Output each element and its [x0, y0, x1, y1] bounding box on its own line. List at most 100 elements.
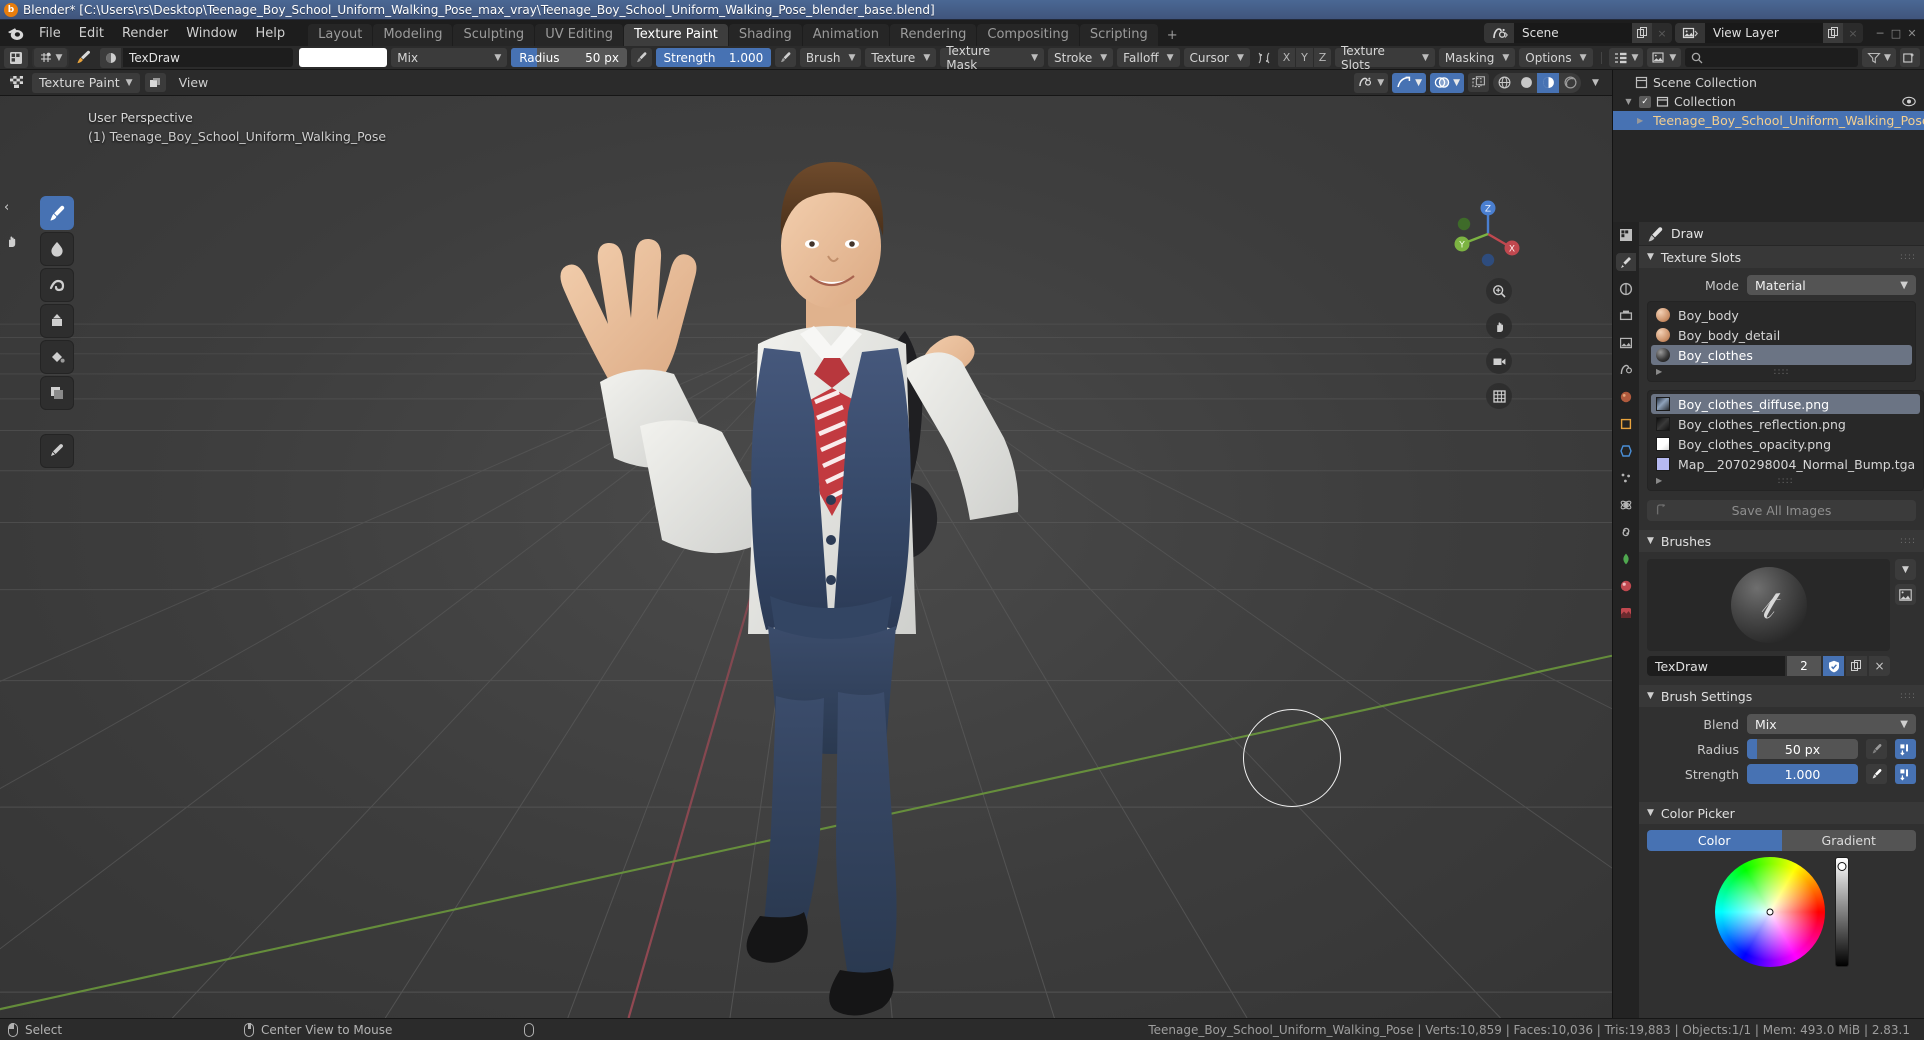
blend-dropdown[interactable]: Mix ▼ — [1747, 714, 1916, 734]
scene-selector[interactable]: Scene × — [1484, 23, 1672, 43]
blender-menu-icon[interactable] — [4, 23, 26, 43]
gradient-tab[interactable]: Gradient — [1781, 830, 1916, 851]
gizmo-toggle[interactable]: ▼ — [1392, 72, 1427, 93]
unlink-scene-button[interactable]: × — [1652, 23, 1672, 43]
new-collection-button[interactable] — [1899, 48, 1920, 67]
properties-tab-particles[interactable] — [1616, 469, 1636, 487]
texture-menu[interactable]: Texture ▼ — [865, 48, 937, 67]
material-list-footer[interactable]: ▶ :::: — [1651, 365, 1912, 378]
shading-wireframe-button[interactable] — [1493, 73, 1515, 93]
remove-view-layer-button[interactable]: × — [1843, 23, 1863, 43]
scene-name[interactable]: Scene — [1514, 23, 1632, 43]
properties-tab-material[interactable] — [1616, 577, 1636, 595]
falloff-menu[interactable]: Falloff ▼ — [1117, 48, 1180, 67]
interaction-mode-dropdown[interactable]: Texture Paint ▼ — [32, 72, 140, 93]
strength-slider[interactable]: Strength 1.000 — [655, 48, 772, 67]
outliner-row-object[interactable]: ▶ Teenage_Boy_School_Uniform_Walking_Pos… — [1613, 111, 1924, 130]
color-value-slider[interactable] — [1834, 857, 1849, 967]
new-scene-button[interactable] — [1632, 23, 1652, 43]
shading-material-preview-button[interactable] — [1537, 72, 1559, 93]
close-window-button[interactable]: ✕ — [1904, 25, 1920, 41]
view-layer-name[interactable]: View Layer — [1705, 23, 1823, 43]
properties-tab-constraints[interactable] — [1616, 523, 1636, 541]
texture-mask-menu[interactable]: Texture Mask ▼ — [940, 44, 1044, 72]
properties-tab-output[interactable] — [1616, 307, 1636, 325]
properties-tab-scene[interactable] — [1616, 361, 1636, 379]
material-row-boy-body[interactable]: Boy_body — [1651, 305, 1912, 325]
tool-smear[interactable] — [40, 268, 74, 302]
brush-datablock-icon[interactable] — [100, 47, 122, 68]
viewport-shading-icon[interactable] — [144, 73, 166, 92]
symmetry-x-toggle[interactable]: X — [1277, 48, 1295, 67]
3d-viewport[interactable]: User Perspective (1) Teenage_Boy_School_… — [0, 96, 1612, 1018]
outliner-search-input[interactable] — [1685, 48, 1858, 67]
strength-pressure-toggle[interactable] — [775, 48, 796, 67]
color-tab[interactable]: Color — [1647, 830, 1782, 851]
panel-header-texture-slots[interactable]: ▼ Texture Slots :::: — [1639, 246, 1924, 268]
view-layer-icon[interactable] — [1675, 23, 1705, 43]
collection-checkbox[interactable]: ✓ — [1639, 95, 1651, 108]
image-list-footer[interactable]: ▶ :::: — [1651, 474, 1920, 487]
strength-unit-toggle[interactable] — [1895, 764, 1916, 784]
cursor-menu[interactable]: Cursor ▼ — [1183, 48, 1250, 67]
viewport-view-menu[interactable]: View — [171, 73, 217, 92]
image-row-opacity[interactable]: Boy_clothes_opacity.png — [1651, 434, 1920, 454]
menu-window[interactable]: Window — [177, 24, 246, 43]
menu-help[interactable]: Help — [247, 24, 295, 43]
brush-preset-dropdown[interactable]: ▼ — [33, 48, 68, 67]
properties-tab-modifiers[interactable] — [1616, 442, 1636, 460]
collection-visibility-eye-icon[interactable] — [1902, 96, 1924, 107]
options-menu[interactable]: Options ▼ — [1519, 48, 1593, 67]
object-expand-icon[interactable]: ▶ — [1637, 116, 1643, 125]
image-row-normal-bump[interactable]: Map__2070298004_Normal_Bump.tga — [1651, 454, 1920, 474]
character-model[interactable] — [0, 96, 1590, 1018]
workspace-tab-animation[interactable]: Animation — [802, 24, 889, 46]
workspace-tab-sculpting[interactable]: Sculpting — [453, 24, 535, 46]
brush-preview[interactable]: 𝓉 — [1647, 559, 1890, 651]
workspace-tab-shading[interactable]: Shading — [728, 24, 802, 46]
scene-icon[interactable] — [1484, 23, 1514, 43]
workspace-tab-texture-paint[interactable]: Texture Paint — [624, 24, 728, 46]
workspace-tab-layout[interactable]: Layout — [308, 24, 373, 46]
color-wheel[interactable] — [1714, 857, 1825, 967]
radius-pressure-toggle[interactable] — [630, 48, 652, 67]
properties-tab-render[interactable] — [1616, 280, 1636, 298]
open-sidebar-left-arrow-icon[interactable]: ‹ — [4, 200, 20, 215]
brush-menu[interactable]: Brush ▼ — [799, 48, 862, 67]
toggle-orthographic-button[interactable] — [1486, 383, 1512, 409]
unlink-brush-button[interactable]: × — [1869, 656, 1890, 676]
properties-tab-data[interactable] — [1616, 550, 1636, 568]
tool-draw[interactable] — [40, 196, 74, 230]
panel-header-brushes[interactable]: ▼ Brushes :::: — [1639, 530, 1924, 552]
panel-header-color-picker[interactable]: ▼ Color Picker — [1639, 802, 1924, 824]
material-slot-list[interactable]: Boy_body Boy_body_detail Boy_clothes ▶:… — [1647, 301, 1916, 382]
brush-color-swatch[interactable] — [299, 48, 388, 67]
tool-annotate[interactable] — [40, 434, 74, 468]
viewport-editor-type-icon[interactable] — [6, 73, 27, 92]
tool-clone[interactable] — [40, 304, 74, 338]
blend-mode-dropdown[interactable]: Mix ▼ — [391, 48, 508, 67]
brush-preset-chevron-button[interactable]: ▼ — [1895, 559, 1916, 580]
properties-tab-texture[interactable] — [1616, 604, 1636, 622]
texture-slots-menu[interactable]: Texture Slots ▼ — [1334, 44, 1435, 72]
workspace-tab-uv-editing[interactable]: UV Editing — [535, 24, 624, 46]
add-workspace-button[interactable]: + — [1159, 24, 1186, 46]
outliner-filter-view-dropdown[interactable]: ▼ — [1647, 48, 1682, 67]
shading-options-chevron-icon[interactable]: ▼ — [1585, 73, 1606, 92]
menu-file[interactable]: File — [30, 24, 70, 43]
material-row-boy-body-detail[interactable]: Boy_body_detail — [1651, 325, 1912, 345]
new-brush-button[interactable] — [1846, 656, 1867, 676]
outliner-row-collection[interactable]: ▼ ✓ Collection — [1613, 92, 1924, 111]
masking-menu[interactable]: Masking ▼ — [1438, 48, 1516, 67]
shading-rendered-button[interactable] — [1559, 73, 1581, 93]
symmetry-y-toggle[interactable]: Y — [1295, 48, 1313, 67]
collection-expand-icon[interactable]: ▼ — [1623, 97, 1634, 106]
navigation-gizmo[interactable]: Z X Y — [1446, 192, 1530, 276]
properties-tab-view-layer[interactable] — [1616, 334, 1636, 352]
properties-editor-type-icon[interactable] — [1616, 226, 1636, 244]
workspace-tab-modeling[interactable]: Modeling — [373, 24, 453, 46]
outliner-row-scene-collection[interactable]: Scene Collection — [1613, 73, 1924, 92]
object-visibility-dropdown[interactable]: ▼ — [1354, 72, 1389, 93]
panel-header-brush-settings[interactable]: ▼ Brush Settings :::: — [1639, 685, 1924, 707]
overlays-toggle[interactable]: ▼ — [1430, 72, 1464, 93]
